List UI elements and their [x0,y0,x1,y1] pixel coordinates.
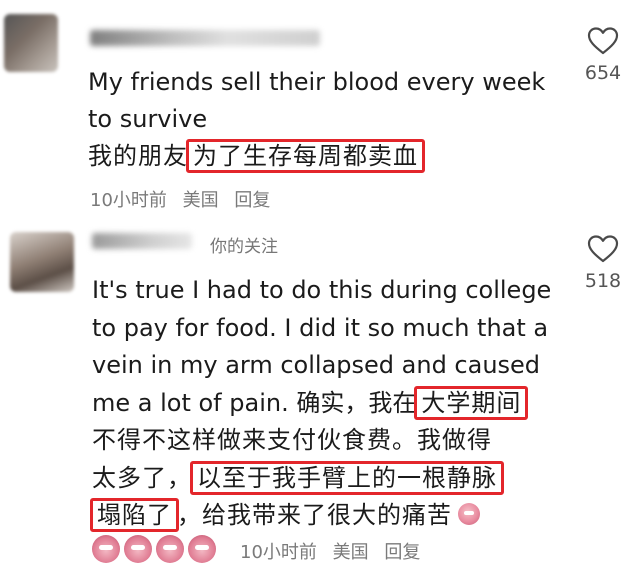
highlight-box: 塌陷了 [90,498,179,532]
comment-line: vein in my arm collapsed and caused [92,351,541,379]
avatar[interactable] [4,14,58,72]
text-plain: ，给我带来了很大的痛苦 [177,501,452,529]
comment-item: My friends sell their blood every week t… [0,0,640,222]
comment-line: My friends sell their blood every week [88,68,546,96]
reply-button[interactable]: 回复 [234,190,270,211]
heart-outline-icon [587,235,619,263]
comment-line: to survive [88,105,208,133]
translation-plain: 我的朋友 [88,142,188,170]
comment-line: 太多了， 以至于我手臂上的一根静脉 [92,460,551,498]
pink-face-emoji-icon [188,535,216,563]
comment-line: It's true I had to do this during colleg… [92,276,552,304]
avatar[interactable] [10,232,74,292]
comment-text: It's true I had to do this during colleg… [90,272,552,535]
pink-face-emoji-icon [124,535,152,563]
comment-time: 10小时前 [90,190,167,211]
reply-button[interactable]: 回复 [384,542,420,563]
comment-translation: 我的朋友 为了生存每周都卖血 [88,138,545,175]
username-blurred[interactable] [92,233,192,249]
username-blurred[interactable] [90,30,320,46]
comment-line: me a lot of pain. 确实，我在 大学期间 [92,385,551,423]
comment-line: 塌陷了 ，给我带来了很大的痛苦 [90,497,551,535]
highlight-box: 以至于我手臂上的一根静脉 [190,460,504,495]
comment-time: 10小时前 [240,542,317,563]
comment-location: 美国 [332,542,369,563]
comment-line: 不得不这样做来支付伙食费。我做得 [92,426,492,454]
like-button[interactable]: 518 [580,234,626,292]
comment-item: 你的关注 It's true I had to do this during c… [0,222,640,563]
comment-line: to pay for food. I did it so much that a [92,313,549,342]
like-button[interactable]: 654 [580,26,626,84]
pink-face-emoji-icon [156,535,184,563]
pink-face-emoji-icon [458,503,480,525]
follow-tag: 你的关注 [210,237,278,257]
like-count: 654 [584,62,622,84]
reaction-emojis [92,535,220,567]
comment-location: 美国 [182,190,219,211]
highlight-box: 大学期间 [414,385,529,420]
comment-meta: 10小时前 美国 回复 [240,538,430,564]
pink-face-emoji-icon [92,535,120,563]
highlight-box: 为了生存每周都卖血 [186,139,425,173]
like-count: 518 [584,270,622,292]
text-plain: me a lot of pain. 确实，我在 [92,388,417,417]
comment-text: My friends sell their blood every week t… [88,64,545,175]
heart-outline-icon [587,27,619,55]
text-plain: 太多了， [92,463,192,492]
comment-meta: 10小时前 美国 回复 [90,186,280,212]
